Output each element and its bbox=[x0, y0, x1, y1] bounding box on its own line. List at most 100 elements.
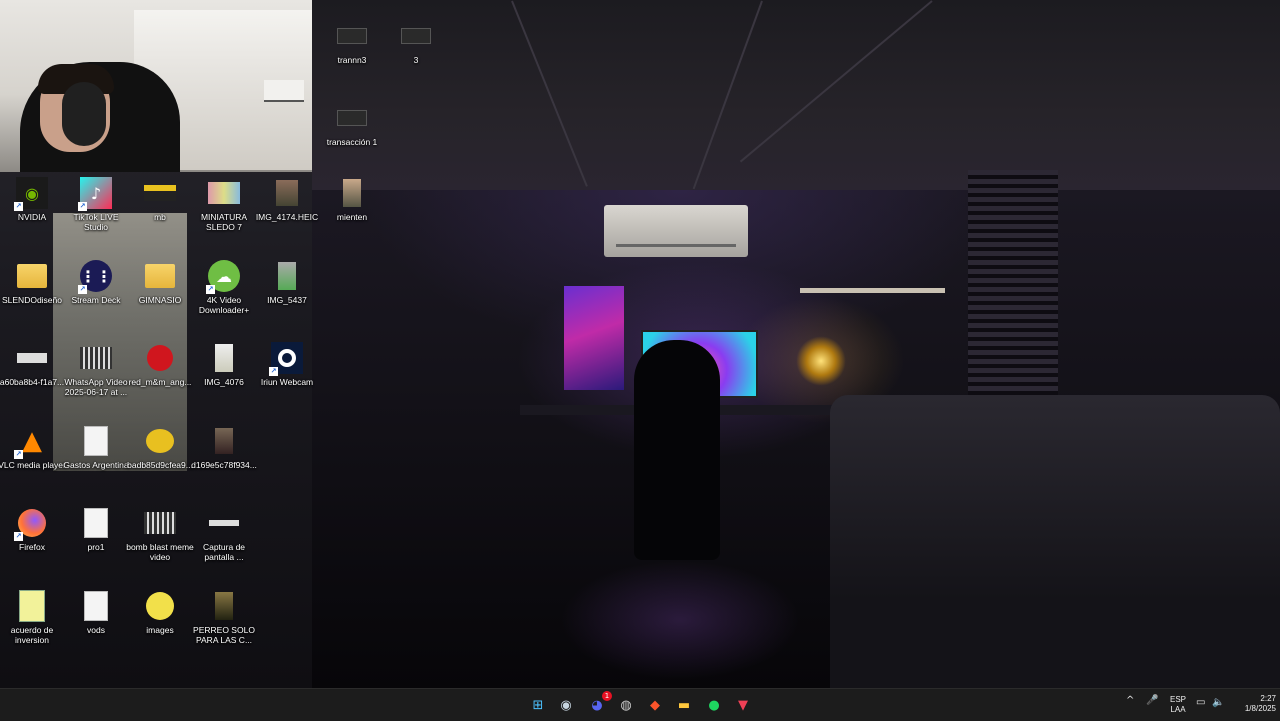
image-icon bbox=[144, 342, 176, 374]
folder-icon: ▬ bbox=[677, 697, 691, 713]
desktop-icon-pro1[interactable]: pro1 bbox=[61, 505, 131, 583]
taskbar-brave[interactable]: ◆ bbox=[645, 695, 665, 715]
keyboard-layout: LAA bbox=[1170, 705, 1186, 714]
desktop-icon-tiktok-live-studio[interactable]: ♪ ↗ TikTok LIVE Studio bbox=[61, 175, 131, 253]
start-button[interactable]: ⊞ bbox=[528, 695, 548, 715]
volume-icon[interactable]: 🔈 bbox=[1212, 697, 1224, 708]
discord-icon: ◕ bbox=[591, 697, 603, 713]
taskbar: ⊞ ◉ ◕ 1 ◍ ◆ ▬ ● ▼ ^ 🎤 ESP LAA ▭ 🔈 2:27 1… bbox=[0, 688, 1280, 721]
image-icon bbox=[208, 425, 240, 457]
desktop-icon-red-mm[interactable]: red_m&m_ang... bbox=[125, 340, 195, 418]
notification-badge: 1 bbox=[602, 691, 612, 701]
pocket-icon: ▼ bbox=[738, 697, 748, 713]
file-icon bbox=[400, 20, 432, 52]
network-icon[interactable]: ▭ bbox=[1196, 697, 1205, 708]
wallpaper-poster bbox=[564, 286, 624, 390]
desktop-icon-img-5437[interactable]: IMG_5437 bbox=[252, 258, 322, 336]
brave-icon: ◆ bbox=[650, 697, 660, 713]
image-icon bbox=[144, 425, 176, 457]
webcam-overlay[interactable] bbox=[0, 0, 312, 172]
image-icon bbox=[208, 342, 240, 374]
image-icon bbox=[208, 590, 240, 622]
desktop-icon-3[interactable]: 3 bbox=[381, 18, 451, 96]
desktop-icon-acuerdo[interactable]: acuerdo de inversion bbox=[0, 588, 67, 666]
image-icon bbox=[208, 507, 240, 539]
nvidia-icon: ◉ ↗ bbox=[14, 177, 48, 211]
desktop-icon-gimnasio[interactable]: GIMNASIO bbox=[125, 258, 195, 336]
desktop: trannn3 3 transacción 1 ◉ ↗ NVIDIA ♪ ↗ Tik… bbox=[0, 0, 1280, 688]
video-icon bbox=[80, 342, 112, 374]
image-icon bbox=[271, 260, 303, 292]
desktop-icon-a60ba8b4[interactable]: a60ba8b4-f1a7... bbox=[0, 340, 67, 418]
microphone-icon[interactable]: 🎤 bbox=[1146, 695, 1158, 706]
desktop-icon-d169e5c7[interactable]: d169e5c78f934... bbox=[189, 423, 259, 501]
vlc-icon: ▲ ↗ bbox=[14, 426, 42, 459]
clock[interactable]: 2:27 1/8/2025 bbox=[1232, 694, 1276, 714]
wallpaper-air-conditioner bbox=[604, 205, 748, 257]
taskbar-spotify[interactable]: ● bbox=[704, 695, 724, 715]
wallpaper-ceiling bbox=[312, 0, 1280, 190]
desktop-icon-transaccion-1[interactable]: transacción 1 bbox=[317, 100, 387, 178]
desktop-icon-gastos-argentina[interactable]: Gastos Argentina bbox=[61, 423, 131, 501]
desktop-icon-captura[interactable]: Captura de pantalla ... bbox=[189, 505, 259, 583]
spotify-icon: ● bbox=[708, 697, 720, 713]
clock-date: 1/8/2025 bbox=[1244, 704, 1276, 713]
language-code: ESP bbox=[1169, 695, 1186, 704]
wallpaper-window-blinds bbox=[968, 170, 1058, 425]
desktop-icon-vlc[interactable]: ▲ ↗ VLC media player bbox=[0, 423, 67, 501]
desktop-icon-whatsapp-video[interactable]: WhatsApp Video 2025-06-17 at ... bbox=[61, 340, 131, 418]
desktop-icon-slendodiseno[interactable]: SLENDOdiseño bbox=[0, 258, 67, 336]
folder-icon bbox=[144, 260, 176, 292]
desktop-icon-4k-video-downloader[interactable]: ☁ ↗ 4K Video Downloader+ bbox=[189, 258, 259, 336]
desktop-icon-trannn3[interactable]: trannn3 bbox=[317, 18, 387, 96]
taskbar-discord[interactable]: ◕ 1 bbox=[587, 691, 612, 715]
wallpaper-lamp bbox=[796, 336, 846, 386]
taskbar-pocket[interactable]: ▼ bbox=[733, 695, 753, 715]
desktop-icon-mb[interactable]: mb bbox=[125, 175, 195, 253]
firefox-icon: ↗ bbox=[14, 507, 48, 541]
file-icon bbox=[336, 102, 368, 134]
video-icon bbox=[144, 507, 176, 539]
file-icon bbox=[336, 20, 368, 52]
webcam-shelf bbox=[264, 80, 304, 102]
folder-icon bbox=[16, 260, 48, 292]
wallpaper-floor-glow bbox=[560, 560, 800, 680]
document-icon bbox=[16, 590, 48, 622]
desktop-icon-firefox[interactable]: ↗ Firefox bbox=[0, 505, 67, 583]
windows-icon: ⊞ bbox=[532, 697, 544, 713]
desktop-icon-stream-deck[interactable]: ⋮⋮ ↗ Stream Deck bbox=[61, 258, 131, 336]
document-icon bbox=[80, 590, 112, 622]
image-icon bbox=[144, 590, 176, 622]
wallpaper-sofa bbox=[830, 395, 1280, 688]
language-indicator[interactable]: ESP LAA bbox=[1166, 695, 1190, 715]
desktop-icon-miniatura-sledo-7[interactable]: MINIATURA SLEDO 7 bbox=[189, 175, 259, 253]
webcam-icon: ↗ bbox=[269, 342, 303, 376]
wallpaper-gaming-chair bbox=[634, 340, 720, 560]
image-icon bbox=[208, 177, 240, 209]
tray-chevron-icon[interactable]: ^ bbox=[1126, 695, 1134, 706]
image-icon bbox=[336, 177, 368, 209]
document-icon bbox=[80, 507, 112, 539]
image-icon bbox=[144, 177, 176, 209]
taskbar-steam[interactable]: ◉ bbox=[556, 695, 576, 715]
obs-icon: ◍ bbox=[620, 697, 632, 713]
desktop-icon-mienten[interactable]: mienten bbox=[317, 175, 387, 253]
taskbar-obs[interactable]: ◍ bbox=[616, 695, 636, 715]
headset-icon bbox=[62, 82, 106, 146]
tiktok-icon: ♪ ↗ bbox=[78, 177, 112, 211]
image-icon bbox=[16, 342, 48, 374]
clock-time: 2:27 bbox=[1260, 694, 1276, 703]
desktop-icon-images[interactable]: images bbox=[125, 588, 195, 666]
desktop-icon-nvidia[interactable]: ◉ ↗ NVIDIA bbox=[0, 175, 67, 253]
desktop-icon-perreo[interactable]: PERREO SOLO PARA LAS C... bbox=[189, 588, 259, 666]
desktop-icon-img-4174[interactable]: IMG_4174.HEIC bbox=[252, 175, 322, 253]
desktop-icon-img-4076[interactable]: IMG_4076 bbox=[189, 340, 259, 418]
steam-icon: ◉ bbox=[560, 697, 572, 713]
desktop-icon-bomb-blast[interactable]: bomb blast meme video bbox=[125, 505, 195, 583]
desktop-icon-badb85d9[interactable]: badb85d9cfea9... bbox=[125, 423, 195, 501]
taskbar-file-explorer[interactable]: ▬ bbox=[674, 695, 694, 715]
desktop-icon-iriun-webcam[interactable]: ↗ Iriun Webcam bbox=[252, 340, 322, 418]
wallpaper-shelf bbox=[800, 288, 945, 293]
desktop-icon-vods[interactable]: vods bbox=[61, 588, 131, 666]
stream-deck-icon: ⋮⋮ ↗ bbox=[78, 260, 112, 294]
